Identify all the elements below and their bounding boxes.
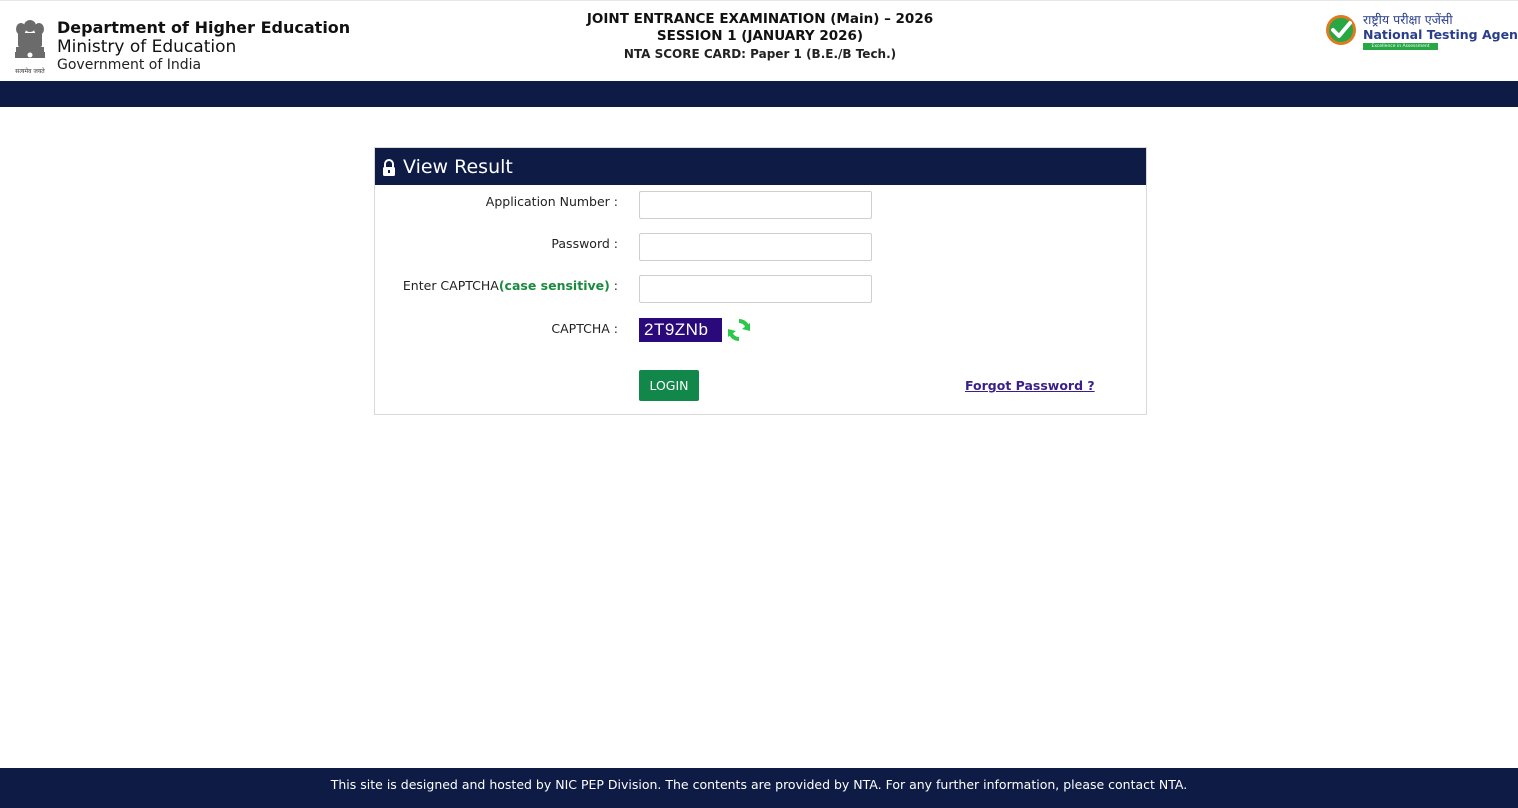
session-title: SESSION 1 (JANUARY 2026) <box>656 27 864 44</box>
application-number-input[interactable] <box>639 191 872 219</box>
captcha-input-label: Enter CAPTCHA(case sensitive) : <box>403 275 618 303</box>
emblem-motto: सत्यमेव जयते <box>15 68 45 75</box>
view-result-panel: View Result Application Number : Passwor… <box>374 147 1147 415</box>
ministry-title: Ministry of Education <box>57 37 237 57</box>
captcha-image: 2T9ZNb <box>639 318 722 342</box>
nta-logo: राष्ट्रीय परीक्षा एजेंसी National Testin… <box>1325 11 1518 56</box>
application-number-label: Application Number : <box>485 194 618 209</box>
captcha-input-label-text: Enter CAPTCHA <box>402 278 499 293</box>
application-number-row: Application Number : <box>375 191 1146 219</box>
password-label: Password : <box>551 236 618 251</box>
captcha-input[interactable] <box>639 275 872 303</box>
nav-bar <box>0 81 1518 107</box>
national-emblem-icon <box>15 20 45 58</box>
scorecard-title: NTA SCORE CARD: Paper 1 (B.E./B Tech.) <box>623 46 897 61</box>
captcha-label: CAPTCHA : <box>551 321 618 336</box>
national-emblem: सत्यमेव जयते <box>10 17 50 79</box>
captcha-input-row: Enter CAPTCHA(case sensitive) : <box>375 275 1146 303</box>
forgot-password-link[interactable]: Forgot Password ? <box>965 378 1095 393</box>
password-row: Password : <box>375 233 1146 261</box>
case-sensitive-note: (case sensitive) <box>498 278 610 293</box>
refresh-icon[interactable] <box>726 317 752 343</box>
panel-title: View Result <box>403 155 513 178</box>
nta-hindi-name: राष्ट्रीय परीक्षा एजेंसी <box>1363 12 1453 27</box>
password-input[interactable] <box>639 233 872 261</box>
nta-check-logo-icon <box>1326 15 1356 45</box>
captcha-row: CAPTCHA : 2T9ZNb <box>375 318 1146 346</box>
exam-title-block: JOINT ENTRANCE EXAMINATION (Main) – 2026… <box>560 11 960 62</box>
login-button[interactable]: LOGIN <box>639 370 699 401</box>
lock-icon <box>383 158 395 176</box>
department-block: Department of Higher Education Ministry … <box>57 18 351 73</box>
site-footer: This site is designed and hosted by NIC … <box>0 768 1518 808</box>
government-title: Government of India <box>57 57 202 73</box>
site-header: सत्यमेव जयते Department of Higher Educat… <box>0 0 1518 81</box>
captcha-input-label-suffix: : <box>609 278 618 293</box>
footer-text: This site is designed and hosted by NIC … <box>330 777 1188 792</box>
dept-title: Department of Higher Education <box>57 18 351 37</box>
nta-english-name: National Testing Agency <box>1363 27 1518 42</box>
nta-tagline: Excellence in Assessment <box>1363 43 1438 50</box>
panel-header: View Result <box>375 148 1146 185</box>
exam-title: JOINT ENTRANCE EXAMINATION (Main) – 2026 <box>586 11 934 27</box>
